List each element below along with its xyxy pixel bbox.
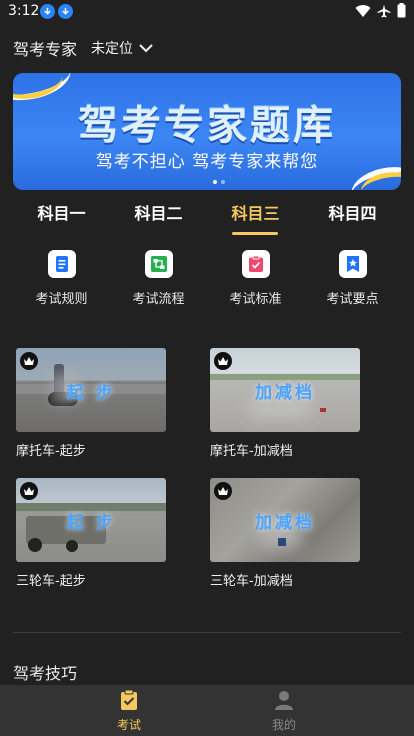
tab-subject-1[interactable]: 科目一 — [13, 200, 110, 224]
feature-exam-key-points[interactable]: 考试要点 — [304, 250, 401, 307]
tab-subject-2[interactable]: 科目二 — [110, 200, 207, 224]
video-overlay-text: 加减档 — [255, 513, 315, 533]
nav-label: 考试 — [116, 718, 141, 732]
feature-label: 考试标准 — [229, 292, 282, 307]
feature-exam-rules[interactable]: 考试规则 — [13, 250, 110, 307]
bookmark-star-icon — [338, 250, 367, 278]
video-overlay-text: 加减档 — [255, 383, 315, 403]
carousel-dot — [213, 180, 217, 184]
battery-icon — [397, 3, 406, 18]
video-thumbnail: 起 步 — [16, 348, 166, 432]
banner-subtitle: 驾考不担心 驾考专家来帮您 — [95, 152, 319, 172]
video-thumbnail: 起 步 — [16, 478, 166, 562]
crown-icon — [214, 482, 232, 500]
status-bar: 3:12 — [0, 0, 414, 24]
section-divider — [13, 632, 401, 633]
nav-label: 我的 — [271, 718, 296, 732]
feature-exam-standard[interactable]: 考试标准 — [207, 250, 304, 307]
tab-subject-4[interactable]: 科目四 — [304, 200, 401, 224]
download-icon — [40, 4, 55, 19]
airplane-icon — [377, 4, 391, 17]
video-card[interactable]: 起 步 摩托车-起步 — [16, 348, 166, 459]
section-title: 驾考技巧 — [13, 664, 78, 683]
banner-carousel[interactable]: 驾考专家题库 驾考不担心 驾考专家来帮您 — [13, 73, 401, 190]
video-overlay-text: 起 步 — [66, 383, 116, 403]
document-icon — [47, 250, 76, 278]
video-thumbnail: 加减档 — [210, 348, 360, 432]
status-time: 3:12 — [8, 3, 40, 19]
nav-mine[interactable]: 我的 — [244, 689, 324, 733]
app-title: 驾考专家 — [13, 40, 78, 59]
video-card[interactable]: 起 步 三轮车-起步 — [16, 478, 166, 589]
video-title: 三轮车-加减档 — [210, 574, 293, 589]
exam-clipboard-icon — [121, 689, 137, 710]
banner-title: 驾考专家题库 — [78, 103, 336, 149]
video-title: 三轮车-起步 — [16, 574, 86, 589]
download-icon — [58, 4, 73, 19]
carousel-dot — [221, 180, 225, 184]
person-icon — [275, 691, 293, 710]
feature-grid: 考试规则 考试流程 考试标准 考试要点 — [0, 250, 414, 310]
video-title: 摩托车-起步 — [16, 444, 86, 459]
location-selector[interactable]: 未定位 — [91, 38, 153, 58]
feature-exam-process[interactable]: 考试流程 — [110, 250, 207, 307]
header: 驾考专家 未定位 — [13, 36, 153, 60]
clipboard-check-icon — [241, 250, 270, 278]
video-card[interactable]: 加减档 三轮车-加减档 — [210, 478, 360, 589]
video-card[interactable]: 加减档 摩托车-加减档 — [210, 348, 360, 459]
feature-label: 考试要点 — [326, 292, 379, 307]
crown-icon — [20, 352, 38, 370]
active-tab-indicator — [232, 232, 278, 235]
location-label: 未定位 — [91, 41, 134, 57]
wifi-icon — [355, 4, 371, 17]
nav-exam[interactable]: 考试 — [89, 689, 169, 733]
crown-icon — [20, 482, 38, 500]
tab-subject-3[interactable]: 科目三 — [207, 200, 304, 224]
feature-label: 考试规则 — [35, 292, 88, 307]
carousel-indicator — [213, 180, 225, 184]
subject-tabs: 科目一 科目二 科目三 科目四 — [0, 200, 414, 240]
flowchart-icon — [144, 250, 173, 278]
chevron-down-icon — [139, 43, 153, 52]
video-title: 摩托车-加减档 — [210, 444, 293, 459]
feature-label: 考试流程 — [132, 292, 185, 307]
video-overlay-text: 起 步 — [66, 513, 116, 533]
crown-icon — [214, 352, 232, 370]
bottom-navigation: 考试 我的 — [0, 685, 414, 736]
video-thumbnail: 加减档 — [210, 478, 360, 562]
